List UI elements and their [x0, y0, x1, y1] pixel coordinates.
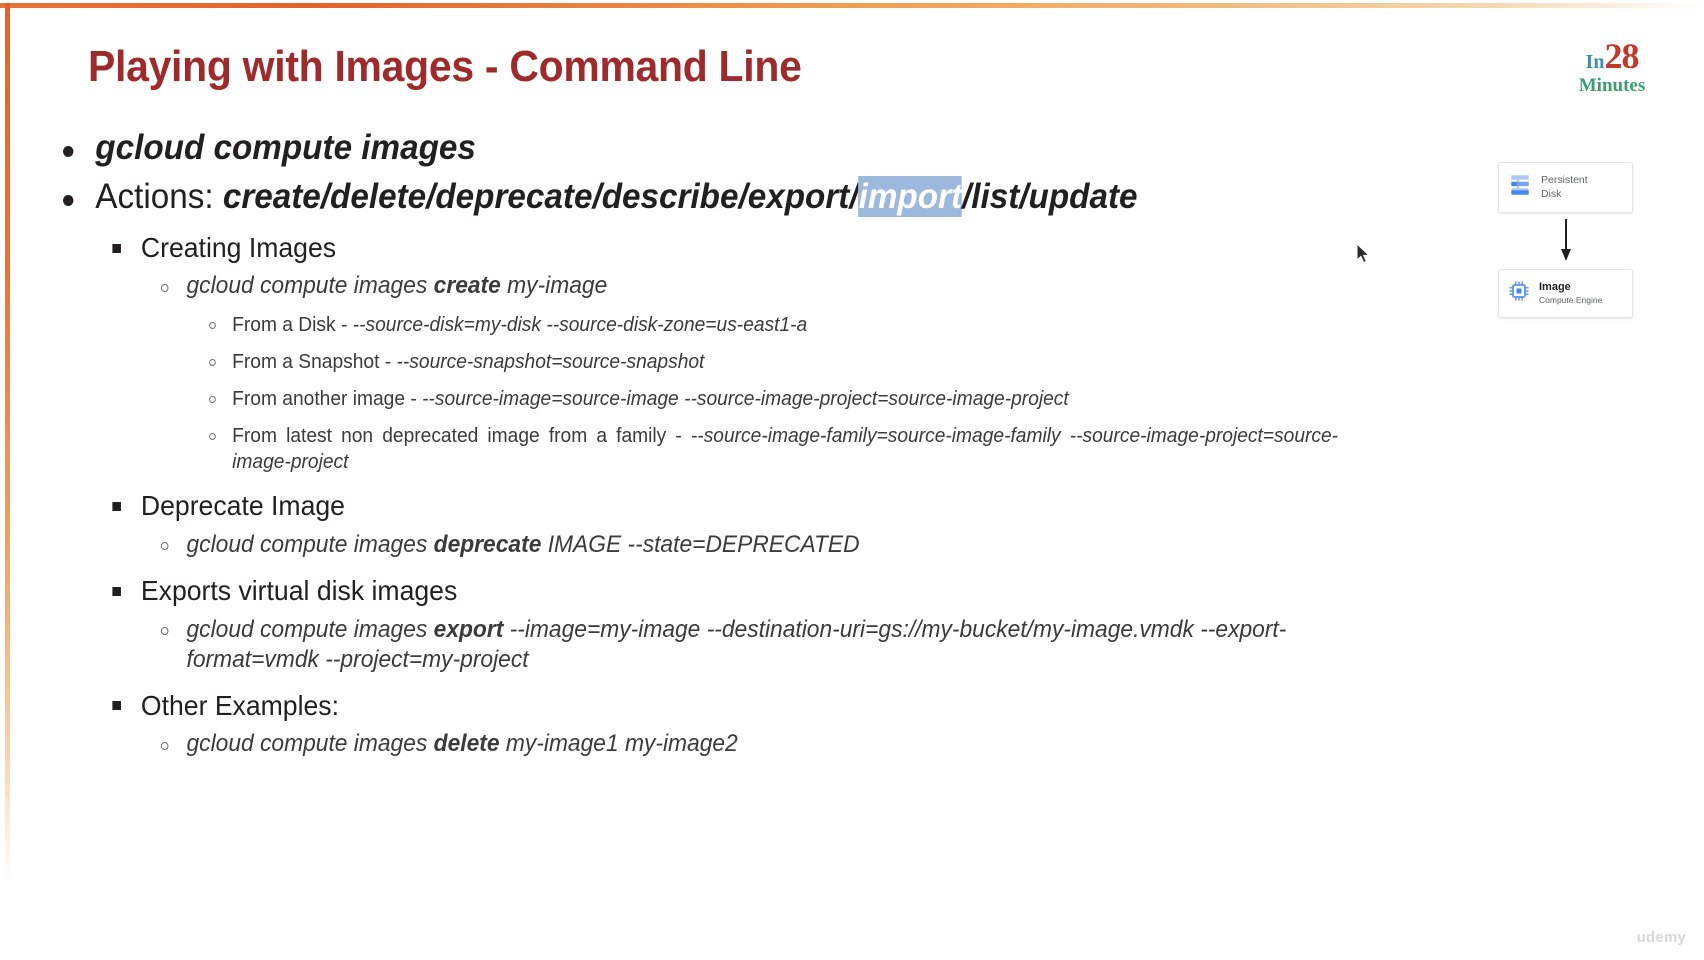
circle-bullet-icon: [209, 322, 216, 330]
circle-bullet-icon: [160, 283, 169, 292]
detail-label: From another image -: [232, 388, 423, 411]
circle-bullet-icon: [209, 359, 216, 367]
command-prefix: gcloud compute images: [186, 615, 434, 643]
bullet-gcloud-compute-images: gcloud compute images: [44, 128, 1346, 168]
slide-canvas: Playing with Images - Command Line In28 …: [0, 0, 1704, 960]
detail-label: From a Disk -: [232, 314, 353, 337]
actions-label: Actions:: [95, 176, 223, 216]
detail-from-latest-non-deprecated: From latest non deprecated image from a …: [44, 423, 1359, 475]
logo-in-text: In: [1585, 51, 1605, 73]
command-deprecate: gcloud compute images deprecate IMAGE --…: [44, 530, 1346, 560]
persistent-disk-card: Persistent Disk: [1498, 162, 1633, 213]
section-heading-exports-virtual-disk-images: Exports virtual disk images: [44, 574, 1346, 608]
circle-bullet-icon: [160, 542, 169, 551]
command-prefix: gcloud compute images: [186, 730, 434, 758]
detail-args: --source-image=source-image --source-ima…: [422, 388, 1069, 411]
persistent-disk-title: Persistent: [1541, 174, 1588, 187]
bullet-1-text: gcloud compute images: [95, 128, 476, 167]
section-heading-text: Creating Images: [140, 231, 337, 263]
circle-bullet-icon: [209, 433, 216, 441]
logo-top-line: In28: [1552, 38, 1672, 74]
square-bullet-icon: [112, 502, 121, 512]
section-heading-text: Other Examples:: [140, 689, 340, 721]
detail-from-a-disk: From a Disk - --source-disk=my-disk --so…: [44, 312, 1359, 338]
circle-bullet-icon: [160, 627, 169, 636]
command-suffix: my-image: [500, 272, 608, 300]
command-prefix: gcloud compute images: [186, 530, 434, 558]
udemy-watermark: udemy: [1636, 929, 1686, 946]
down-arrow-icon: [1498, 213, 1633, 269]
section-heading-text: Exports virtual disk images: [140, 574, 458, 606]
command-keyword: export: [433, 615, 504, 643]
actions-list-pre: create/delete/deprecate/describe/export/: [222, 176, 859, 216]
bullet-actions: Actions: create/delete/deprecate/describ…: [44, 175, 1346, 217]
selected-text-import[interactable]: import: [858, 175, 963, 217]
command-create: gcloud compute images create my-image: [44, 271, 1346, 301]
command-prefix: gcloud compute images: [186, 272, 434, 300]
slide-content: gcloud compute images Actions: create/de…: [44, 128, 1414, 759]
logo-number-text: 28: [1604, 36, 1639, 76]
persistent-disk-subtitle: Disk: [1541, 187, 1562, 200]
square-bullet-icon: [112, 586, 121, 596]
image-card-subtitle: Compute Engine: [1539, 295, 1603, 306]
section-heading-other-examples: Other Examples:: [44, 689, 1346, 723]
command-keyword: create: [433, 272, 501, 300]
slide-border-left: [5, 3, 10, 883]
page-title: Playing with Images - Command Line: [88, 42, 802, 91]
bullet-dot-icon: [63, 195, 74, 207]
brand-logo: In28 Minutes: [1552, 38, 1672, 95]
actions-list-post: /list/update: [962, 176, 1138, 216]
command-suffix: my-image1 my-image2: [499, 730, 738, 758]
detail-args: --source-snapshot=source-snapshot: [396, 351, 705, 374]
square-bullet-icon: [112, 701, 121, 711]
image-compute-engine-card: Image Compute Engine: [1498, 269, 1633, 318]
slide-border-top: [0, 3, 1704, 8]
persistent-disk-icon: [1507, 172, 1533, 203]
detail-from-another-image: From another image - --source-image=sour…: [44, 386, 1359, 412]
circle-bullet-icon: [160, 741, 169, 750]
logo-minutes-text: Minutes: [1578, 75, 1646, 96]
bullet-dot-icon: [63, 146, 74, 158]
detail-label: From latest non deprecated image from a …: [232, 425, 691, 448]
command-keyword: deprecate: [433, 530, 542, 558]
detail-label: From a Snapshot -: [232, 351, 397, 374]
section-heading-deprecate-image: Deprecate Image: [44, 489, 1346, 523]
image-card-labels: Image Compute Engine: [1539, 281, 1602, 305]
section-heading-creating-images: Creating Images: [44, 231, 1346, 265]
circle-bullet-icon: [209, 396, 216, 404]
square-bullet-icon: [112, 243, 121, 253]
command-suffix: IMAGE --state=DEPRECATED: [541, 530, 860, 558]
gcp-flow-diagram: Persistent Disk Image Compute Engine: [1498, 162, 1633, 318]
detail-from-a-snapshot: From a Snapshot - --source-snapshot=sour…: [44, 349, 1359, 375]
persistent-disk-labels: Persistent Disk: [1541, 174, 1588, 200]
command-export: gcloud compute images export --image=my-…: [44, 615, 1346, 675]
section-heading-text: Deprecate Image: [140, 490, 345, 522]
detail-args: --source-disk=my-disk --source-disk-zone…: [352, 314, 808, 337]
compute-engine-chip-icon: [1507, 279, 1531, 308]
command-delete: gcloud compute images delete my-image1 m…: [44, 729, 1346, 759]
command-keyword: delete: [433, 730, 500, 758]
image-card-title: Image: [1539, 281, 1571, 294]
